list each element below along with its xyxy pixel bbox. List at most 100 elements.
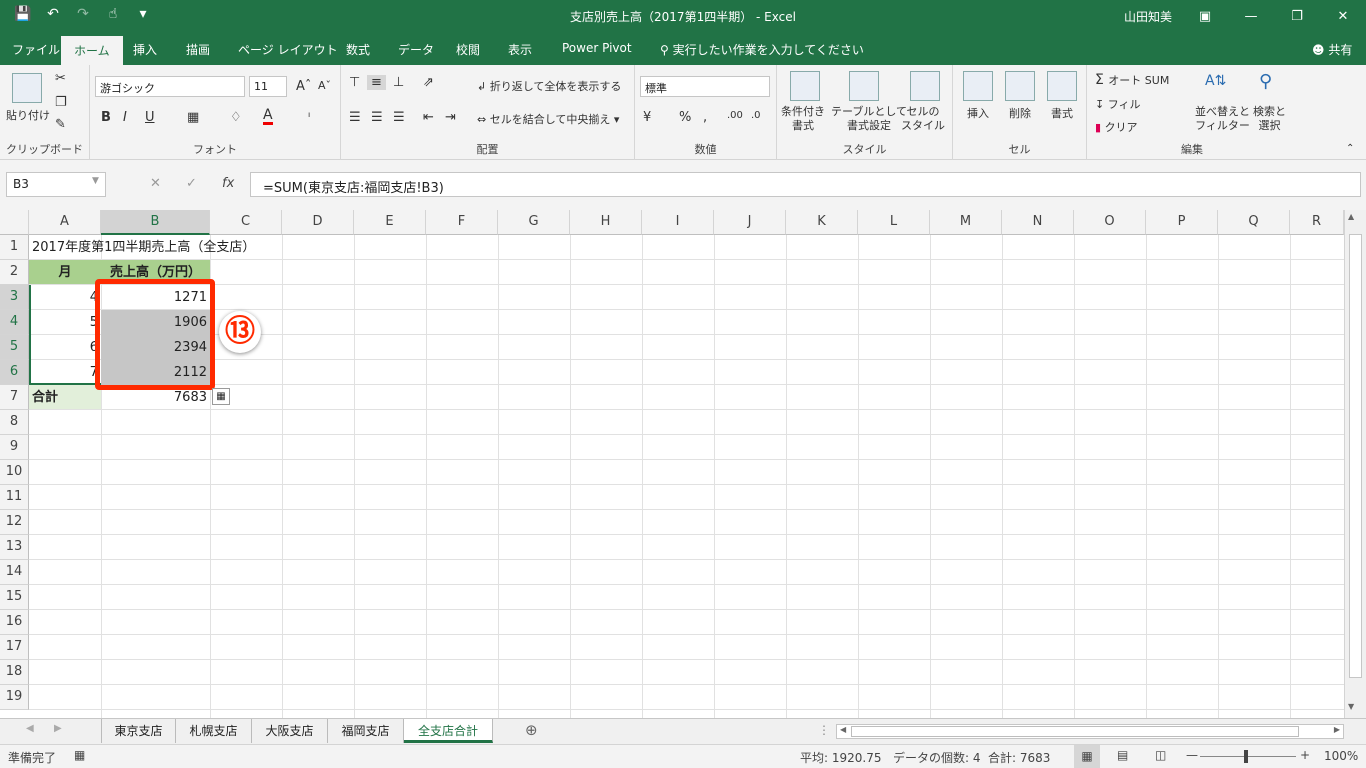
vertical-scrollbar[interactable]: ▲ ▼: [1344, 210, 1366, 718]
delete-cells-icon[interactable]: [1005, 71, 1035, 101]
decrease-indent-icon[interactable]: ⇤: [423, 110, 434, 125]
autosum-button[interactable]: Σ オート SUM: [1095, 72, 1169, 88]
cell-a2[interactable]: 月: [29, 260, 101, 285]
format-cells-button[interactable]: 書式: [1051, 105, 1073, 121]
merge-center-button[interactable]: ⇔ セルを結合して中央揃え ▾: [477, 111, 619, 127]
cell-a6[interactable]: 7: [29, 360, 101, 385]
column-header-h[interactable]: H: [570, 210, 642, 235]
cell-a3[interactable]: 4: [29, 285, 101, 310]
paste-button[interactable]: 貼り付け: [6, 107, 50, 123]
restore-button[interactable]: ❐: [1274, 0, 1320, 33]
scroll-left-icon[interactable]: ◀: [840, 725, 846, 734]
column-header-r[interactable]: R: [1290, 210, 1344, 235]
cell-styles-icon[interactable]: [910, 71, 940, 101]
name-box[interactable]: B3: [6, 172, 106, 197]
column-header-g[interactable]: G: [498, 210, 570, 235]
row-header-8[interactable]: 8: [0, 410, 29, 435]
delete-cells-button[interactable]: 削除: [1009, 105, 1031, 121]
zoom-out-icon[interactable]: —: [1186, 748, 1198, 762]
format-as-table-icon[interactable]: [849, 71, 879, 101]
cell-a7[interactable]: 合計: [29, 385, 101, 410]
align-center-icon[interactable]: ☰: [371, 110, 383, 125]
tab-review[interactable]: 校閲: [456, 41, 480, 58]
scroll-thumb[interactable]: [1349, 234, 1362, 678]
row-header-10[interactable]: 10: [0, 460, 29, 485]
decrease-decimal-icon[interactable]: .0: [751, 110, 761, 121]
align-middle-icon[interactable]: ≡: [367, 75, 386, 90]
align-top-icon[interactable]: ⊤: [349, 75, 360, 90]
column-header-i[interactable]: I: [642, 210, 714, 235]
user-name[interactable]: 山田知美: [1124, 8, 1172, 25]
fill-color-icon[interactable]: ♢: [230, 110, 242, 125]
tab-page-layout[interactable]: ページ レイアウト: [238, 41, 338, 58]
format-painter-icon[interactable]: ✎: [55, 117, 66, 132]
horizontal-scroll-thumb[interactable]: [851, 726, 1299, 737]
align-left-icon[interactable]: ☰: [349, 110, 361, 125]
tab-file[interactable]: ファイル: [12, 41, 60, 58]
cell-styles-button[interactable]: セルの スタイル: [901, 105, 945, 133]
search-icon[interactable]: ⚲: [1259, 71, 1272, 92]
underline-icon[interactable]: U: [145, 110, 155, 125]
scroll-up-icon[interactable]: ▲: [1348, 212, 1354, 221]
phonetic-icon[interactable]: ᴵ: [308, 110, 310, 124]
row-header-3[interactable]: 3: [0, 285, 29, 310]
font-size-dropdown[interactable]: 11: [249, 76, 287, 97]
sheet-tab-tokyo[interactable]: 東京支店: [101, 719, 176, 743]
column-header-b[interactable]: B: [101, 210, 210, 235]
prev-sheet-icon[interactable]: ◀: [26, 723, 34, 734]
cell-a5[interactable]: 6: [29, 335, 101, 360]
column-header-c[interactable]: C: [210, 210, 282, 235]
column-header-n[interactable]: N: [1002, 210, 1074, 235]
align-bottom-icon[interactable]: ⊥: [393, 75, 404, 90]
row-header-15[interactable]: 15: [0, 585, 29, 610]
column-header-l[interactable]: L: [858, 210, 930, 235]
insert-cells-icon[interactable]: [963, 71, 993, 101]
paste-icon[interactable]: [12, 73, 42, 103]
scroll-right-icon[interactable]: ▶: [1334, 725, 1340, 734]
row-header-11[interactable]: 11: [0, 485, 29, 510]
percent-icon[interactable]: %: [679, 110, 691, 125]
cell-a1[interactable]: 2017年度第1四半期売上高（全支店）: [29, 235, 258, 260]
horizontal-scrollbar[interactable]: ◀ ▶: [836, 724, 1344, 739]
wrap-text-button[interactable]: ↲ 折り返して全体を表示する: [477, 78, 621, 94]
row-header-12[interactable]: 12: [0, 510, 29, 535]
accounting-format-icon[interactable]: ¥: [643, 110, 651, 125]
conditional-formatting-icon[interactable]: [790, 71, 820, 101]
copy-icon[interactable]: ❐: [55, 95, 67, 110]
cancel-icon[interactable]: ✕: [150, 176, 161, 191]
increase-indent-icon[interactable]: ⇥: [445, 110, 456, 125]
tab-view[interactable]: 表示: [508, 41, 532, 58]
tab-power-pivot[interactable]: Power Pivot: [562, 41, 632, 55]
sort-filter-button[interactable]: 並べ替えと フィルター: [1195, 105, 1250, 133]
number-format-dropdown[interactable]: 標準: [640, 76, 770, 97]
select-all-corner[interactable]: [0, 210, 29, 235]
new-sheet-icon[interactable]: ⊕: [525, 721, 538, 739]
insert-cells-button[interactable]: 挿入: [967, 105, 989, 121]
format-as-table-button[interactable]: テーブルとして 書式設定: [831, 105, 907, 133]
column-header-f[interactable]: F: [426, 210, 498, 235]
increase-font-icon[interactable]: Aˆ: [296, 79, 311, 94]
status-sum[interactable]: 合計: 7683: [988, 749, 1050, 766]
share-button[interactable]: ☻ 共有: [1312, 41, 1352, 58]
find-select-button[interactable]: 検索と 選択: [1253, 105, 1286, 133]
minimize-button[interactable]: —: [1228, 0, 1274, 33]
worksheet-grid[interactable]: A B C D E F G H I J K L M N O P Q R 1 2 …: [0, 210, 1366, 718]
close-button[interactable]: ✕: [1320, 0, 1366, 33]
italic-icon[interactable]: I: [123, 110, 127, 125]
formula-input[interactable]: =SUM(東京支店:福岡支店!B3): [250, 172, 1361, 197]
row-header-1[interactable]: 1: [0, 235, 29, 260]
row-header-14[interactable]: 14: [0, 560, 29, 585]
status-count[interactable]: データの個数: 4: [893, 749, 981, 766]
orientation-icon[interactable]: ⇗: [423, 75, 434, 90]
sheet-tab-sapporo[interactable]: 札幌支店: [176, 719, 252, 743]
decrease-font-icon[interactable]: Aˇ: [318, 79, 331, 92]
cell-a4[interactable]: 5: [29, 310, 101, 335]
row-header-6[interactable]: 6: [0, 360, 29, 385]
row-header-4[interactable]: 4: [0, 310, 29, 335]
scroll-down-icon[interactable]: ▼: [1348, 702, 1354, 711]
fill-button[interactable]: ↧ フィル: [1095, 96, 1141, 112]
page-break-view-icon[interactable]: ◫: [1155, 748, 1166, 762]
conditional-formatting-button[interactable]: 条件付き 書式: [781, 105, 825, 133]
row-header-18[interactable]: 18: [0, 660, 29, 685]
column-header-o[interactable]: O: [1074, 210, 1146, 235]
